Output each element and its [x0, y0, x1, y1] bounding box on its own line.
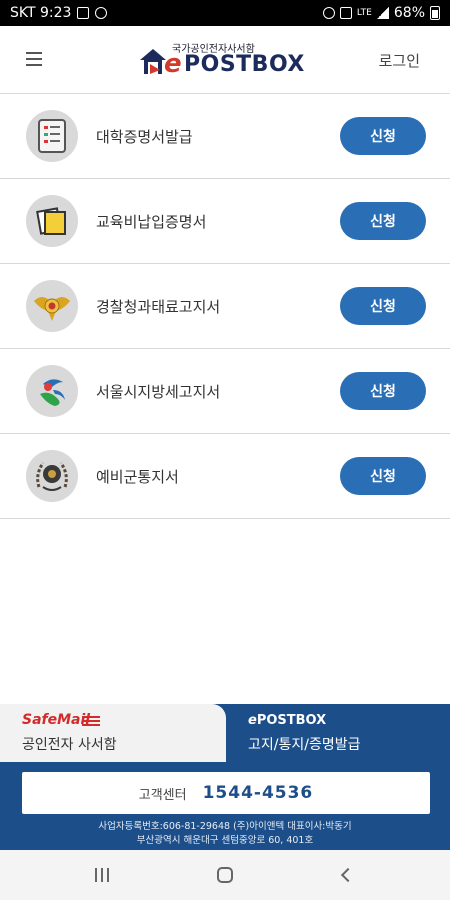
home-button[interactable] — [205, 860, 245, 890]
service-list: 대학증명서발급 신청 교육비납입증명서 신청 경찰청과태료고지서 신청 서울시지… — [0, 94, 450, 519]
list-item: 대학증명서발급 신청 — [0, 94, 450, 179]
item-label: 서울시지방세고지서 — [96, 383, 221, 401]
apply-button[interactable]: 신청 — [340, 372, 426, 410]
tab-safemail[interactable]: SafeMail 공인전자 사서함 — [0, 704, 226, 762]
login-link[interactable]: 로그인 — [379, 50, 420, 71]
hamburger-menu-icon[interactable] — [26, 52, 42, 66]
list-item: 서울시지방세고지서 신청 — [0, 349, 450, 434]
document-list-icon — [26, 110, 78, 162]
epostbox-logo[interactable]: 국가공인전자사서함 e POSTBOX — [138, 40, 308, 82]
back-button[interactable] — [328, 860, 368, 890]
recent-apps-button[interactable] — [82, 860, 122, 890]
safemail-lines-icon — [82, 716, 100, 726]
network-label: LTE — [356, 8, 372, 18]
apply-button[interactable]: 신청 — [340, 457, 426, 495]
tab-epostbox[interactable]: ePOSTBOX 고지/통지/증명발급 — [226, 704, 450, 762]
list-item: 경찰청과태료고지서 신청 — [0, 264, 450, 349]
stacked-papers-icon — [26, 195, 78, 247]
carrier-time: SKT 9:23 — [10, 5, 72, 21]
system-nav-bar — [0, 850, 450, 900]
back-icon — [341, 867, 356, 883]
epostbox-small-logo: ePOSTBOX — [248, 713, 326, 728]
customer-center-label: 고객센터 — [138, 787, 187, 803]
business-address: 부산광역시 해운대구 센텀중앙로 60, 401호 — [136, 835, 314, 846]
police-emblem-icon — [26, 280, 78, 332]
mute-icon — [339, 7, 352, 19]
apply-button[interactable]: 신청 — [340, 202, 426, 240]
list-item: 교육비납입증명서 신청 — [0, 179, 450, 264]
battery-percent: 68% — [393, 5, 425, 21]
status-bar: SKT 9:23 LTE 68% — [0, 0, 450, 26]
home-icon — [216, 867, 233, 883]
business-info: 사업자등록번호:606-81-29648 (주)아이앤텍 대표이사:박동기 — [98, 821, 352, 832]
logo-word: POSTBOX — [184, 52, 305, 77]
app-header: 국가공인전자사서함 e POSTBOX 로그인 — [0, 26, 450, 94]
footer: 고객센터 1544-4536 사업자등록번호:606-81-29648 (주)아… — [0, 762, 450, 850]
safemail-logo: SafeMail — [22, 712, 91, 728]
logo-e: e — [164, 49, 182, 79]
customer-center-phone[interactable]: 1544-4536 — [203, 783, 314, 803]
status-right: LTE 68% — [322, 5, 440, 21]
item-label: 교육비납입증명서 — [96, 213, 207, 231]
apply-button[interactable]: 신청 — [340, 287, 426, 325]
signal-icon — [376, 7, 389, 19]
gallery-icon — [77, 7, 90, 19]
status-left: SKT 9:23 — [10, 5, 108, 21]
alarm-icon — [322, 7, 335, 19]
battery-icon — [430, 6, 440, 20]
list-item: 예비군통지서 신청 — [0, 434, 450, 519]
tab-label: 공인전자 사서함 — [22, 737, 117, 753]
recent-apps-icon — [94, 868, 109, 882]
item-label: 대학증명서발급 — [96, 128, 193, 146]
customer-center-box[interactable]: 고객센터 1544-4536 — [22, 772, 430, 814]
bottom-tabs: SafeMail 공인전자 사서함 ePOSTBOX 고지/통지/증명발급 — [0, 704, 450, 762]
item-label: 경찰청과태료고지서 — [96, 298, 221, 316]
logo-word: POSTBOX — [256, 713, 327, 728]
seoul-logo-icon — [26, 365, 78, 417]
logo-e: e — [248, 713, 257, 728]
tab-label: 고지/통지/증명발급 — [248, 737, 361, 753]
apply-button[interactable]: 신청 — [340, 117, 426, 155]
message-icon — [95, 7, 108, 19]
reserve-forces-emblem-icon — [26, 450, 78, 502]
item-label: 예비군통지서 — [96, 468, 179, 486]
